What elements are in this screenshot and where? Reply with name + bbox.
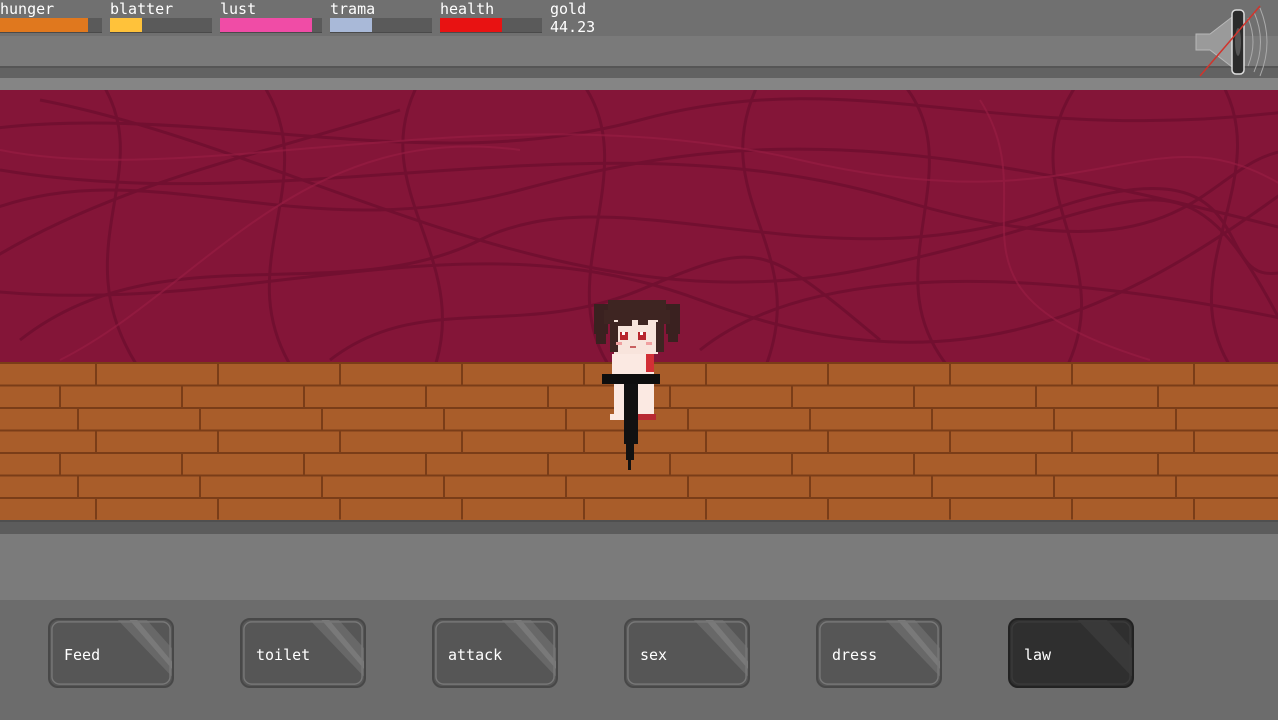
feed-button-label: Feed <box>64 646 101 664</box>
health-meter-fill <box>440 18 503 32</box>
sex-button-label: sex <box>640 646 668 664</box>
ceiling-band <box>0 78 1278 90</box>
law-button[interactable]: law <box>1008 618 1134 688</box>
sex-button[interactable]: sex <box>624 618 750 688</box>
blatter-meter-fill <box>110 18 142 32</box>
ceiling-trim <box>0 66 1278 78</box>
trama-meter <box>330 18 432 33</box>
lust-meter-fill <box>220 18 312 32</box>
health-label: health <box>440 0 495 18</box>
hunger-meter-fill <box>0 18 88 32</box>
floor-border <box>0 534 1278 600</box>
health-stat: health <box>440 0 544 36</box>
blatter-stat: blatter <box>110 0 214 36</box>
dress-button-label: dress <box>832 646 878 664</box>
hunger-label: hunger <box>0 0 55 18</box>
trama-meter-fill <box>330 18 372 32</box>
trama-label: trama <box>330 0 376 18</box>
attack-button[interactable]: attack <box>432 618 558 688</box>
floor-trim <box>0 520 1278 534</box>
trama-stat: trama <box>330 0 434 36</box>
toilet-button[interactable]: toilet <box>240 618 366 688</box>
hunger-stat: hunger <box>0 0 104 36</box>
hunger-meter <box>0 18 102 33</box>
gold-display: gold 44.23 <box>550 0 595 36</box>
health-meter <box>440 18 542 33</box>
blatter-meter <box>110 18 212 33</box>
law-button-label: law <box>1024 646 1052 664</box>
gold-value: 44.23 <box>550 18 596 36</box>
feed-button[interactable]: Feed <box>48 618 174 688</box>
dress-button[interactable]: dress <box>816 618 942 688</box>
gold-label: gold <box>550 0 587 18</box>
status-bar: hunger blatter lust trama health gold 44… <box>0 0 1278 36</box>
speaker-muted-icon[interactable] <box>1192 4 1274 78</box>
attack-button-label: attack <box>448 646 503 664</box>
lust-label: lust <box>220 0 257 18</box>
lust-meter <box>220 18 322 33</box>
blatter-label: blatter <box>110 0 174 18</box>
toilet-button-label: toilet <box>256 646 311 664</box>
chibi-girl-sprite[interactable] <box>594 300 684 470</box>
lust-stat: lust <box>220 0 324 36</box>
hud-divider <box>0 36 1278 66</box>
